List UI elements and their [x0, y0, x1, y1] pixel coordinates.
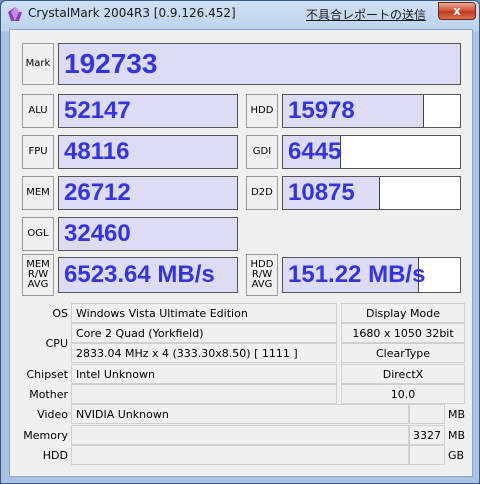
video-memory-unit: MB — [448, 408, 466, 421]
ogl-score-box: 32460 — [58, 217, 238, 251]
ogl-score-value: 32460 — [64, 220, 131, 247]
mem-rw-avg-value: 6523.64 MB/s — [64, 261, 215, 288]
hdd-rw-avg-box: 151.22 MB/s — [282, 257, 461, 293]
cpu-name: Core 2 Quad (Yorkfield) — [71, 323, 337, 343]
directx-label: DirectX — [341, 364, 465, 384]
os-value: Windows Vista Ultimate Edition — [71, 303, 337, 323]
mem-label: MEM — [22, 176, 54, 210]
hdd-info-label: HDD — [42, 449, 68, 462]
hdd-score-box: 15978 — [282, 94, 461, 128]
memory-size: 3327 — [409, 425, 445, 445]
d2d-label: D2D — [246, 176, 278, 210]
hdd-score-value: 15978 — [288, 97, 355, 124]
hdd-info-unit: GB — [448, 449, 465, 462]
hdd-info-value — [71, 445, 409, 465]
mem-rw-avg-label: MEM R/W AVG — [22, 254, 54, 296]
client-area: Mark 192733 ALU 52147 HDD 15978 FPU 4811… — [9, 29, 473, 477]
mem-rw-avg-box: 6523.64 MB/s — [58, 257, 238, 293]
crystalmark-app-icon — [8, 7, 22, 21]
send-bug-report-link[interactable]: 不具合レポートの送信 — [306, 6, 426, 23]
mark-label: Mark — [22, 43, 54, 85]
hdd-rw-avg-label-line3: AVG — [251, 279, 273, 290]
chipset-value: Intel Unknown — [71, 364, 337, 384]
hdd-info-size — [409, 445, 445, 465]
mother-label: Mother — [29, 388, 68, 401]
alu-score-value: 52147 — [64, 97, 131, 124]
cleartype-status: ClearType — [341, 343, 465, 363]
mem-score-value: 26712 — [64, 179, 131, 206]
title-bar[interactable]: CrystalMark 2004R3 [0.9.126.452] 不具合レポート… — [1, 1, 479, 27]
alu-label: ALU — [22, 94, 54, 128]
display-mode-value: 1680 x 1050 32bit — [341, 323, 465, 343]
fpu-score-box: 48116 — [58, 135, 238, 169]
fpu-score-value: 48116 — [64, 138, 130, 165]
d2d-score-box: 10875 — [282, 176, 461, 210]
mother-value — [71, 384, 337, 404]
os-label: OS — [52, 307, 68, 320]
gdi-score-value: 6445 — [288, 138, 342, 165]
video-value: NVIDIA Unknown — [71, 404, 409, 424]
close-icon: x — [453, 4, 461, 18]
cpu-detail: 2833.04 MHz x 4 (333.30x8.50) [ 1111 ] — [71, 343, 337, 363]
memory-value — [71, 425, 409, 445]
mark-score-value: 192733 — [64, 48, 158, 79]
alu-score-box: 52147 — [58, 94, 238, 128]
mem-rw-avg-label-line3: AVG — [27, 279, 49, 290]
memory-unit: MB — [448, 429, 466, 442]
mem-score-box: 26712 — [58, 176, 238, 210]
directx-version: 10.0 — [341, 384, 465, 404]
video-memory-size — [409, 404, 445, 424]
hdd-rw-avg-value: 151.22 MB/s — [288, 261, 426, 288]
hdd-rw-avg-label: HDD R/W AVG — [246, 254, 278, 296]
fpu-label: FPU — [22, 135, 54, 169]
hdd-label: HDD — [246, 94, 278, 128]
memory-label: Memory — [23, 429, 68, 442]
close-button[interactable]: x — [438, 2, 476, 20]
app-window: CrystalMark 2004R3 [0.9.126.452] 不具合レポート… — [0, 0, 480, 484]
gdi-label: GDI — [246, 135, 278, 169]
gdi-score-box: 6445 — [282, 135, 461, 169]
ogl-label: OGL — [22, 217, 54, 251]
mark-score-box: 192733 — [58, 43, 461, 85]
chipset-label: Chipset — [26, 368, 68, 381]
d2d-score-value: 10875 — [288, 179, 355, 206]
video-label: Video — [37, 408, 68, 421]
display-mode-label: Display Mode — [341, 303, 465, 323]
window-title: CrystalMark 2004R3 [0.9.126.452] — [28, 6, 236, 20]
cpu-label: CPU — [45, 337, 68, 350]
